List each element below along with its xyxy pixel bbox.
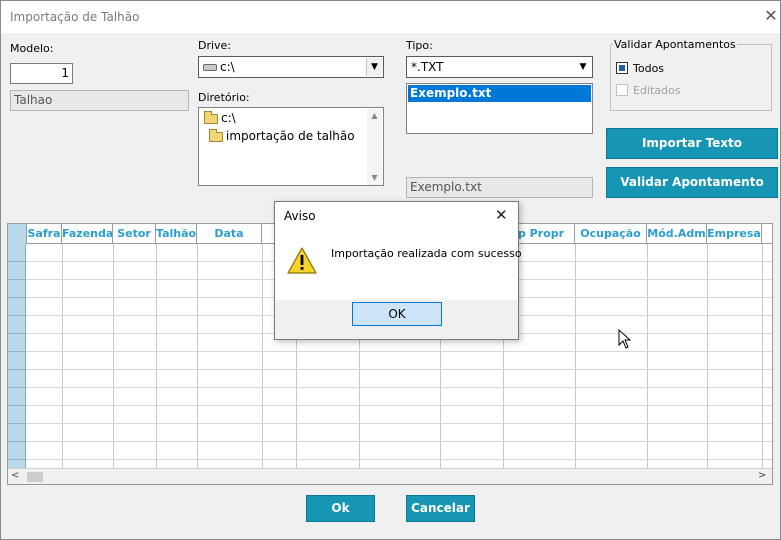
editados-checkbox[interactable] [616,84,628,96]
dialog-body: Importação realizada com sucesso [275,230,522,300]
validar-apontamento-button[interactable]: Validar Apontamento [606,167,778,198]
col-header-setor[interactable]: Setor [113,224,156,244]
tipo-select[interactable]: *.TXT ▼ [406,56,593,78]
col-header-data[interactable]: Data [197,224,262,244]
col-header-fazenda[interactable]: Fazenda [62,224,113,244]
todos-checkbox[interactable] [616,62,628,74]
drive-label: Drive: [198,39,232,52]
diretorio-label: Diretório: [198,91,250,104]
row-header[interactable] [8,424,26,442]
drive-selected: c:\ [203,60,235,74]
row-header[interactable] [8,298,26,316]
diretorio-scrollbar[interactable]: ▲ ▼ [367,109,382,185]
col-header-mod-adm[interactable]: Mód.Adm [647,224,707,244]
ok-button[interactable]: Ok [306,495,375,522]
dialog-title-bar: Aviso ✕ [275,202,518,230]
cancelar-button[interactable]: Cancelar [406,495,475,522]
mouse-cursor-icon [618,329,632,349]
modelo-label: Modelo: [10,42,54,55]
scroll-left-icon[interactable]: < [11,470,19,481]
row-header[interactable] [8,316,26,334]
folder-open-icon [209,128,223,142]
window-title: Importação de Talhão [10,10,140,24]
dialog-message: Importação realizada com sucesso [331,247,522,260]
dialog-ok-button[interactable]: OK [352,302,442,326]
row-header[interactable] [8,460,26,468]
drive-icon [203,64,217,71]
col-header-ocupacao[interactable]: Ocupação [575,224,647,244]
col-header-empresa[interactable]: Empresa [707,224,762,244]
grid-corner [8,224,27,244]
row-header[interactable] [8,244,26,262]
folder-open-icon [204,110,218,124]
file-list[interactable]: Exemplo.txt [406,83,593,134]
col-header-partial [762,224,772,244]
aviso-dialog: Aviso ✕ Importação realizada com sucesso… [274,201,522,340]
tipo-label: Tipo: [406,39,433,52]
file-item-selected[interactable]: Exemplo.txt [408,85,591,102]
row-header[interactable] [8,334,26,352]
scroll-up-icon[interactable]: ▲ [367,109,382,123]
row-header[interactable] [8,388,26,406]
row-header[interactable] [8,262,26,280]
modelo-name-field: Talhao [10,90,189,111]
diretorio-list[interactable]: c:\ importação de talhão ▲ ▼ [198,107,384,186]
title-bar: Importação de Talhão ✕ [1,1,780,33]
col-header-safra[interactable]: Safra [27,224,62,244]
grid-hscrollbar[interactable]: < > [8,468,772,484]
tipo-selected: *.TXT [411,60,444,74]
dir-item-root[interactable]: c:\ [204,110,236,125]
selected-file-field: Exemplo.txt [406,177,593,198]
dialog-title: Aviso [284,209,316,223]
row-header[interactable] [8,352,26,370]
dialog-close-icon[interactable]: ✕ [495,206,508,224]
editados-label: Editados [633,84,681,97]
importar-texto-button[interactable]: Importar Texto [606,128,778,159]
close-icon[interactable]: ✕ [761,6,781,26]
validar-group-label: Validar Apontamentos [613,38,737,51]
modelo-input[interactable]: 1 [10,63,73,84]
scroll-right-icon[interactable]: > [758,470,766,481]
scroll-down-icon[interactable]: ▼ [367,171,382,185]
todos-label: Todos [633,62,665,75]
drive-select[interactable]: c:\ ▼ [198,56,384,78]
row-header[interactable] [8,370,26,388]
row-header[interactable] [8,280,26,298]
row-header[interactable] [8,406,26,424]
warning-icon [287,247,317,274]
import-window: Importação de Talhão ✕ Modelo: 1 Talhao … [0,0,781,540]
col-header-talhao[interactable]: Talhão [156,224,197,244]
row-header[interactable] [8,442,26,460]
scroll-thumb[interactable] [27,472,43,482]
chevron-down-icon[interactable]: ▼ [575,58,591,76]
validar-groupbox [610,44,772,111]
dir-item-importacao[interactable]: importação de talhão [209,128,355,143]
chevron-down-icon[interactable]: ▼ [366,58,382,76]
